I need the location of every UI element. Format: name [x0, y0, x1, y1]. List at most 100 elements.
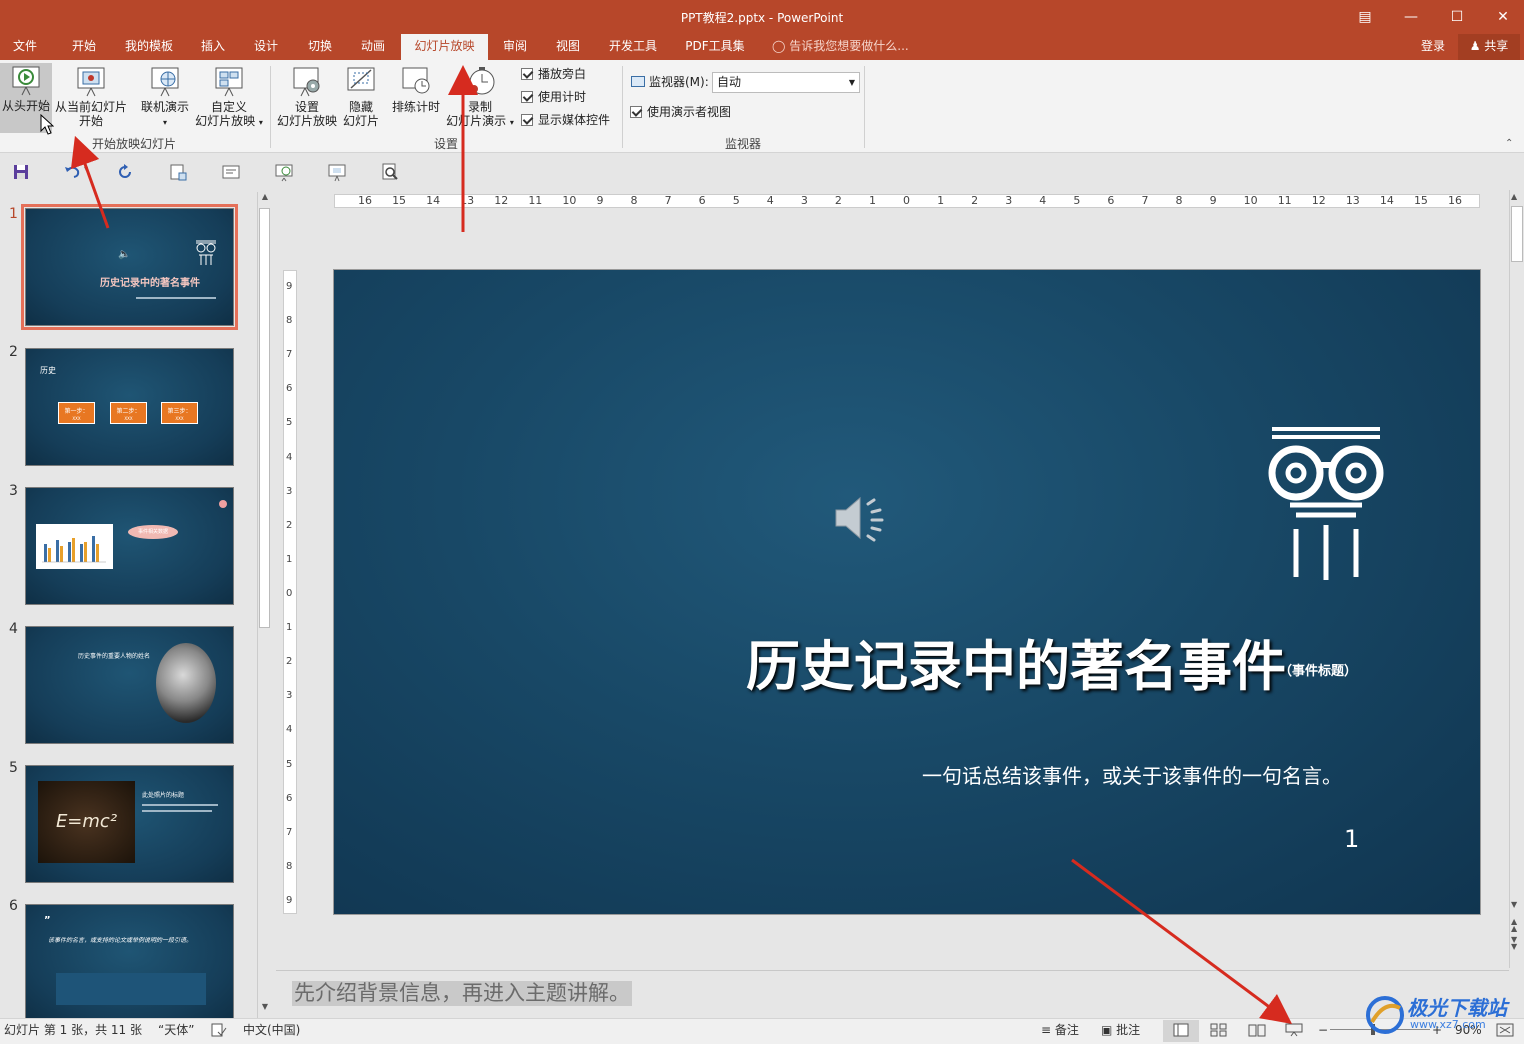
ruler-tick-label: 16 — [1448, 194, 1462, 207]
tab-transitions[interactable]: 切换 — [297, 34, 343, 60]
scroll-up-icon[interactable]: ▲ — [1511, 192, 1517, 201]
quick-access-toolbar: ▾ — [0, 154, 1524, 190]
scroll-thumb[interactable] — [1511, 206, 1523, 262]
slide-sorter-icon[interactable] — [1210, 1023, 1228, 1037]
share-button[interactable]: ♟ 共享 — [1458, 34, 1520, 60]
notes-pane[interactable]: 先介绍背景信息，再进入主题讲解。 — [276, 970, 1509, 1018]
scroll-down-icon[interactable]: ▼ — [259, 1002, 271, 1016]
tab-my-templates[interactable]: 我的模板 — [116, 34, 182, 60]
close-icon[interactable]: ✕ — [1491, 6, 1515, 28]
previous-slide-icon[interactable]: ▲ ▲ — [1511, 918, 1517, 933]
thumb-text-line — [136, 297, 216, 299]
share-label: 共享 — [1484, 39, 1509, 53]
collapse-ribbon-icon[interactable]: ⌃ — [1505, 138, 1513, 149]
checkbox-checked-icon — [521, 91, 533, 103]
step-sub: XXX — [72, 416, 81, 421]
hide-slide-button[interactable]: 隐藏 幻灯片 — [340, 64, 382, 128]
tab-file[interactable]: 文件 — [0, 34, 50, 60]
slide-subtitle[interactable]: （事件标题） — [1279, 660, 1357, 679]
play-narrations-checkbox[interactable]: 播放旁白 — [521, 65, 586, 83]
language[interactable]: 中文(中国) — [243, 1021, 300, 1039]
thumb-step-box: 第三步： XXX — [161, 402, 198, 424]
scroll-thumb[interactable] — [259, 208, 270, 628]
thumb-text-line — [142, 810, 212, 812]
tab-developer[interactable]: 开发工具 — [598, 34, 668, 60]
layout-icon[interactable] — [221, 162, 241, 182]
from-current-button[interactable]: 从当前幻灯片 开始 — [54, 64, 128, 128]
setup-slideshow-button[interactable]: 设置 幻灯片放映 — [275, 64, 339, 128]
tab-animations[interactable]: 动画 — [350, 34, 396, 60]
tell-me-search[interactable]: ◯ 告诉我您想要做什么... — [772, 34, 909, 58]
tab-pdf-tools[interactable]: PDF工具集 — [676, 34, 754, 60]
present-online-button[interactable]: 联机演示 ▾ — [137, 64, 193, 130]
new-slide-icon[interactable] — [168, 162, 188, 182]
show-media-controls-checkbox[interactable]: 显示媒体控件 — [521, 111, 610, 129]
play-narrations-label: 播放旁白 — [538, 67, 587, 81]
speaker-icon[interactable] — [832, 490, 892, 546]
ruler-tick-label: 10 — [1243, 194, 1258, 207]
mouse-cursor-icon — [40, 114, 54, 135]
step-label: 第三步： — [167, 408, 192, 415]
use-timings-checkbox[interactable]: 使用计时 — [521, 88, 586, 106]
thumbnail-scrollbar[interactable]: ▲ ▼ — [257, 192, 271, 1018]
spelling-check-icon[interactable] — [210, 1023, 228, 1037]
reading-view-icon[interactable] — [1248, 1023, 1266, 1037]
ruler-tick-label: 0 — [903, 194, 910, 207]
group-divider — [270, 66, 271, 148]
custom-slideshow-button[interactable]: 自定义 幻灯片放映 ▾ — [193, 64, 265, 130]
comments-toggle-button[interactable]: ▣ 批注 — [1101, 1021, 1140, 1039]
monitor-select[interactable]: 自动 ▼ — [712, 72, 860, 93]
ruler-tick-label: 8 — [630, 194, 638, 207]
slide-scrollbar[interactable]: ▲ ▼ ▲ ▲ ▼ ▼ — [1509, 190, 1524, 968]
from-beginning-qat-icon[interactable] — [274, 162, 294, 182]
slide-thumbnail-2[interactable]: 历史 第一步： XXX 第二步： XXX 第三步： XXX — [25, 348, 234, 466]
ribbon-display-options-icon[interactable]: ▤ — [1353, 6, 1377, 28]
slide-thumbnail-4[interactable]: 历史事件的重要人物的姓名 — [25, 626, 234, 744]
thumb-dot — [219, 500, 227, 508]
comment-icon: ▣ — [1101, 1023, 1113, 1037]
portrait-photo — [156, 643, 216, 723]
print-preview-icon[interactable] — [380, 162, 400, 182]
tab-review[interactable]: 审阅 — [492, 34, 538, 60]
notes-text[interactable]: 先介绍背景信息，再进入主题讲解。 — [292, 981, 632, 1006]
slideshow-view-icon[interactable] — [1285, 1023, 1303, 1037]
slide-thumbnail-6[interactable]: ” 该事件的名言，或支持的论文或举例说明的一段引语。 — [25, 904, 234, 1022]
tab-slide-show[interactable]: 幻灯片放映 — [401, 34, 488, 60]
save-icon[interactable] — [11, 162, 31, 182]
scroll-down-icon[interactable]: ▼ — [1511, 900, 1517, 909]
slide-thumbnail-1[interactable]: 🔈 历史记录中的著名事件 — [21, 204, 238, 330]
rehearse-timings-button[interactable]: 排练计时 — [388, 64, 444, 114]
from-current-qat-icon[interactable] — [327, 162, 347, 182]
step-label: 第一步： — [64, 408, 89, 415]
undo-icon[interactable] — [62, 162, 82, 182]
thumb-title: 历史记录中的著名事件 — [100, 278, 200, 289]
show-media-controls-label: 显示媒体控件 — [538, 113, 611, 127]
tab-insert[interactable]: 插入 — [190, 34, 236, 60]
redo-icon[interactable] — [115, 162, 135, 182]
slide-thumbnail-3[interactable]: 事件相关数据 — [25, 487, 234, 605]
chevron-down-icon[interactable]: ▾ — [84, 164, 88, 173]
group-divider — [864, 66, 865, 148]
presenter-view-checkbox[interactable]: 使用演示者视图 — [630, 103, 731, 121]
slide-title[interactable]: 历史记录中的著名事件 — [746, 622, 1286, 701]
slide-quote[interactable]: 一句话总结该事件，或关于该事件的一句名言。 — [922, 760, 1342, 789]
normal-view-button[interactable] — [1163, 1020, 1199, 1042]
next-slide-icon[interactable]: ▼ ▼ — [1511, 936, 1517, 951]
zoom-out-icon[interactable]: − — [1318, 1021, 1328, 1039]
login-link[interactable]: 登录 — [1421, 34, 1445, 58]
notes-toggle-button[interactable]: ≡ 备注 — [1041, 1021, 1079, 1039]
thumb-text-line — [142, 804, 218, 806]
tab-view[interactable]: 视图 — [545, 34, 591, 60]
slide-thumbnail-5[interactable]: E=mc² 此处照片的标题 — [25, 765, 234, 883]
tab-home[interactable]: 开始 — [58, 34, 110, 60]
theme-name: “天体” — [158, 1023, 195, 1037]
minimize-icon[interactable]: — — [1399, 6, 1423, 28]
scroll-up-icon[interactable]: ▲ — [259, 192, 271, 206]
slide-canvas[interactable]: 历史记录中的著名事件 （事件标题） 一句话总结该事件，或关于该事件的一句名言。 … — [333, 269, 1481, 915]
ruler-tick-label: 14 — [1379, 194, 1394, 207]
slide-number: 1 — [9, 206, 18, 222]
thumb-speech-bubble: 事件相关数据 — [128, 525, 178, 539]
maximize-icon[interactable]: ☐ — [1445, 6, 1469, 28]
tab-design[interactable]: 设计 — [243, 34, 289, 60]
record-slideshow-button[interactable]: 录制 幻灯片演示 ▾ — [444, 64, 516, 130]
